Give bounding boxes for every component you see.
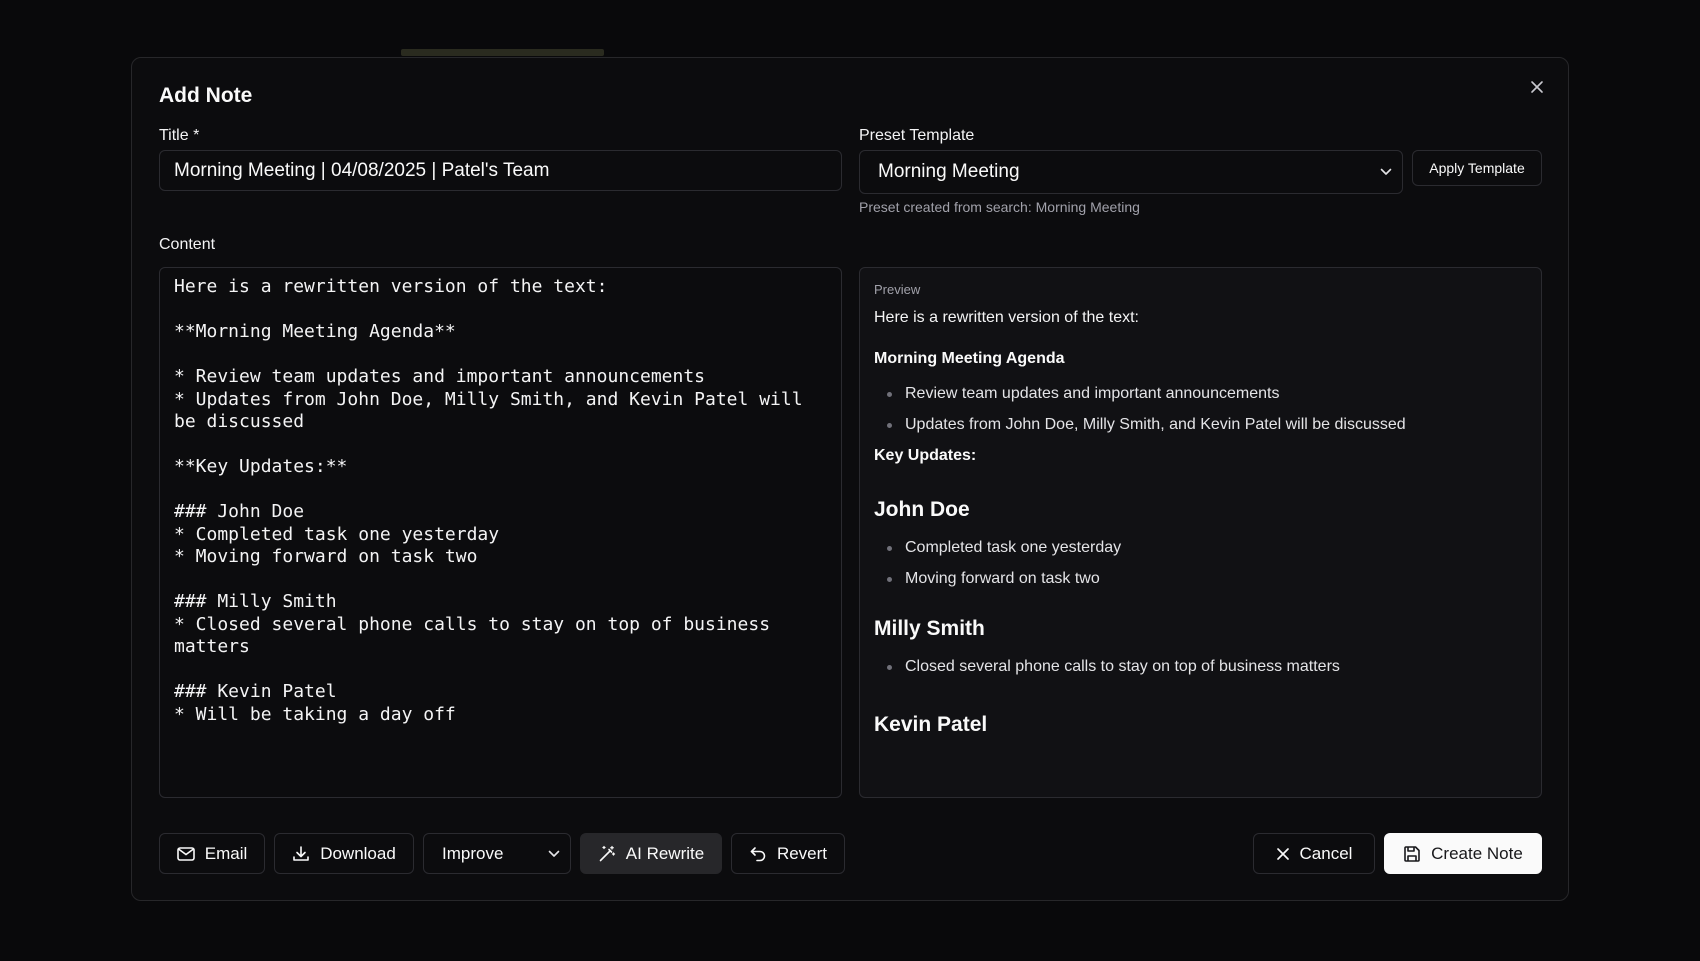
content-textarea[interactable]: Here is a rewritten version of the text:… xyxy=(159,267,842,798)
preset-template-select[interactable]: Morning Meeting xyxy=(859,150,1403,194)
chevron-down-icon xyxy=(1380,168,1392,176)
list-item: Review team updates and important announ… xyxy=(887,384,1527,404)
preview-intro: Here is a rewritten version of the text: xyxy=(874,309,1139,326)
add-note-dialog: Add Note Title * Preset Template Morning… xyxy=(131,57,1569,901)
save-icon xyxy=(1403,845,1421,863)
dialog-title: Add Note xyxy=(159,84,253,107)
mail-icon xyxy=(176,846,195,861)
download-label: Download xyxy=(320,843,396,863)
improve-value: Improve xyxy=(442,843,504,863)
preview-person-heading: Milly Smith xyxy=(874,617,985,640)
chevron-down-icon xyxy=(548,850,560,858)
list-item: Updates from John Doe, Milly Smith, and … xyxy=(887,415,1527,435)
undo-icon xyxy=(749,845,767,863)
title-input[interactable] xyxy=(159,150,842,191)
preset-template-value: Morning Meeting xyxy=(878,161,1020,182)
cancel-label: Cancel xyxy=(1299,843,1353,863)
create-note-label: Create Note xyxy=(1431,843,1523,863)
x-icon xyxy=(1276,847,1290,861)
revert-button[interactable]: Revert xyxy=(731,833,845,874)
revert-label: Revert xyxy=(776,843,828,863)
close-button[interactable] xyxy=(1524,74,1550,100)
preview-label: Preview xyxy=(874,282,921,297)
preview-person-list: Completed task one yesterday Moving forw… xyxy=(874,538,1527,589)
email-button[interactable]: Email xyxy=(159,833,265,874)
improve-select[interactable]: Improve xyxy=(423,833,571,874)
preview-agenda-list: Review team updates and important announ… xyxy=(874,384,1527,435)
email-label: Email xyxy=(204,843,248,863)
create-note-button[interactable]: Create Note xyxy=(1384,833,1542,874)
ai-rewrite-button[interactable]: AI Rewrite xyxy=(580,833,722,874)
preset-helper-text: Preset created from search: Morning Meet… xyxy=(859,199,1140,215)
list-item: Completed task one yesterday xyxy=(887,538,1527,558)
title-label: Title * xyxy=(159,127,200,144)
cancel-button[interactable]: Cancel xyxy=(1253,833,1375,874)
close-icon xyxy=(1531,81,1543,93)
top-accent-bar xyxy=(401,49,604,56)
list-item: Closed several phone calls to stay on to… xyxy=(887,657,1527,677)
preview-person-heading: John Doe xyxy=(874,498,970,521)
ai-rewrite-label: AI Rewrite xyxy=(625,843,705,863)
download-button[interactable]: Download xyxy=(274,833,414,874)
preview-person-list: Closed several phone calls to stay on to… xyxy=(874,657,1527,677)
preview-person-heading: Kevin Patel xyxy=(874,713,988,736)
preview-panel: Preview Here is a rewritten version of t… xyxy=(859,267,1542,798)
magic-wand-icon xyxy=(598,845,616,863)
apply-template-button[interactable]: Apply Template xyxy=(1412,150,1542,186)
download-icon xyxy=(292,845,310,863)
content-label: Content xyxy=(159,236,216,253)
preview-key-updates-heading: Key Updates: xyxy=(874,447,977,464)
preset-template-label: Preset Template xyxy=(859,127,975,144)
preview-agenda-heading: Morning Meeting Agenda xyxy=(874,350,1065,367)
list-item: Moving forward on task two xyxy=(887,569,1527,589)
